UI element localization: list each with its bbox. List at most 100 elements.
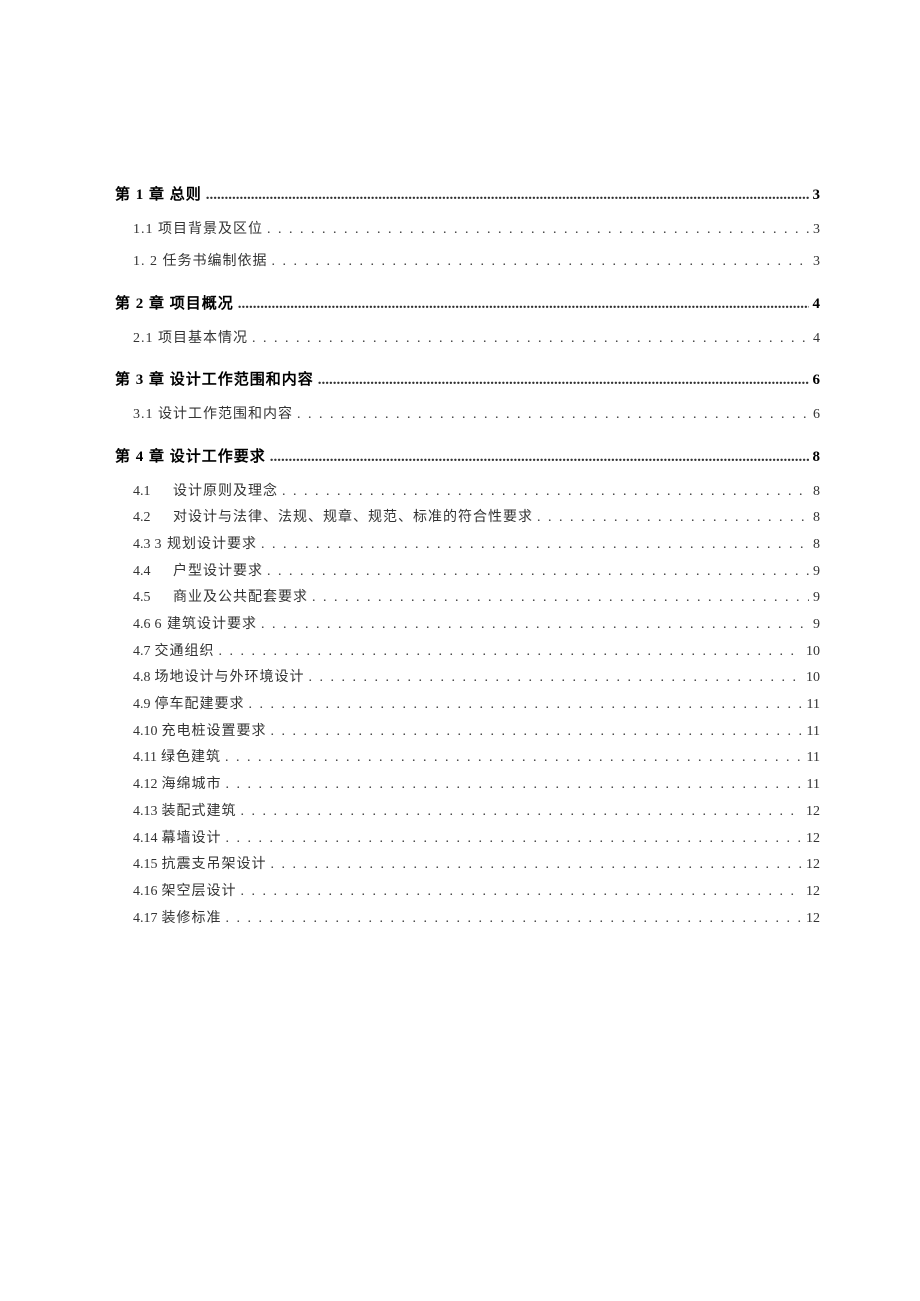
toc-label: 1. 2 任务书编制依据 [133, 251, 268, 273]
toc-subsection: 4.12 海绵城市 . . . . . . . . . . . . . . . … [133, 774, 820, 796]
toc-leader: . . . . . . . . . . . . . . . . . . . . … [267, 219, 809, 241]
toc-title: 停车配建要求 [155, 694, 245, 716]
toc-title: 商业及公共配套要求 [173, 587, 308, 609]
toc-title: 3 规划设计要求 [155, 534, 258, 556]
toc-chapter: 第 2 章 项目概况 .............................… [115, 292, 820, 316]
toc-num: 4.9 [133, 694, 151, 716]
toc-label: 2.1 项目基本情况 [133, 328, 248, 350]
toc-leader: . . . . . . . . . . . . . . . . . . . . … [219, 641, 803, 663]
toc-num: 4.10 [133, 721, 158, 743]
toc-num: 4.3 [133, 534, 151, 556]
toc-page-num: 10 [806, 641, 820, 663]
toc-title: 装修标准 [162, 908, 222, 930]
toc-page-num: 4 [813, 292, 821, 316]
toc-leader: ........................................… [270, 445, 809, 469]
toc-title: 充电桩设置要求 [162, 721, 267, 743]
toc-leader: . . . . . . . . . . . . . . . . . . . . … [225, 747, 803, 769]
toc-num: 4.15 [133, 854, 158, 876]
toc-page-num: 3 [813, 219, 820, 241]
toc-subsection: 4.3 3 规划设计要求 . . . . . . . . . . . . . .… [133, 534, 820, 556]
toc-title: 架空层设计 [162, 881, 237, 903]
toc-num: 4.12 [133, 774, 158, 796]
toc-title: 设计原则及理念 [173, 481, 278, 503]
toc-page-num: 8 [813, 534, 820, 556]
toc-leader: . . . . . . . . . . . . . . . . . . . . … [271, 854, 803, 876]
toc-num: 4.5 [133, 587, 171, 609]
toc-page-num: 12 [806, 801, 820, 823]
toc-num: 4.17 [133, 908, 158, 930]
toc-chapter: 第 4 章 设计工作要求 ...........................… [115, 445, 820, 469]
toc-page-num: 3 [813, 183, 821, 207]
toc-subsection: 4.2 对设计与法律、法规、规章、规范、标准的符合性要求 . . . . . .… [133, 507, 820, 529]
toc-title: 对设计与法律、法规、规章、规范、标准的符合性要求 [173, 507, 533, 529]
toc-leader: . . . . . . . . . . . . . . . . . . . . … [226, 828, 803, 850]
toc-chapter: 第 1 章 总则 ...............................… [115, 183, 820, 207]
toc-leader: . . . . . . . . . . . . . . . . . . . . … [309, 667, 803, 689]
toc-num: 4.8 [133, 667, 151, 689]
toc-subsection: 4.14 幕墙设计 . . . . . . . . . . . . . . . … [133, 828, 820, 850]
toc-leader: . . . . . . . . . . . . . . . . . . . . … [271, 721, 803, 743]
toc-subsection: 4.9 停车配建要求 . . . . . . . . . . . . . . .… [133, 694, 820, 716]
toc-leader: . . . . . . . . . . . . . . . . . . . . … [282, 481, 809, 503]
toc-page-num: 12 [806, 854, 820, 876]
toc-leader: . . . . . . . . . . . . . . . . . . . . … [226, 908, 803, 930]
toc-leader: . . . . . . . . . . . . . . . . . . . . … [272, 251, 810, 273]
toc-num: 4.1 [133, 481, 171, 503]
toc-page-num: 9 [813, 587, 820, 609]
toc-num: 4.4 [133, 561, 171, 583]
toc-title: 户型设计要求 [173, 561, 263, 583]
toc-subsection: 4.11 绿色建筑 . . . . . . . . . . . . . . . … [133, 747, 820, 769]
toc-leader: . . . . . . . . . . . . . . . . . . . . … [252, 328, 809, 350]
toc-page: 第 1 章 总则 ...............................… [0, 0, 920, 1034]
toc-title: 6 建筑设计要求 [155, 614, 258, 636]
toc-subsection: 4.8 场地设计与外环境设计 . . . . . . . . . . . . .… [133, 667, 820, 689]
toc-subsection: 4.17 装修标准 . . . . . . . . . . . . . . . … [133, 908, 820, 930]
toc-section: 2.1 项目基本情况 . . . . . . . . . . . . . . .… [133, 328, 820, 350]
toc-num: 4.7 [133, 641, 151, 663]
toc-title: 幕墙设计 [162, 828, 222, 850]
toc-leader: . . . . . . . . . . . . . . . . . . . . … [312, 587, 809, 609]
toc-page-num: 11 [807, 694, 820, 716]
toc-subsection: 4.10 充电桩设置要求 . . . . . . . . . . . . . .… [133, 721, 820, 743]
toc-title: 抗震支吊架设计 [162, 854, 267, 876]
toc-page-num: 9 [813, 561, 820, 583]
toc-title: 场地设计与外环境设计 [155, 667, 305, 689]
toc-section: 3.1 设计工作范围和内容 . . . . . . . . . . . . . … [133, 404, 820, 426]
toc-chapter: 第 3 章 设计工作范围和内容 ........................… [115, 368, 820, 392]
toc-leader: . . . . . . . . . . . . . . . . . . . . … [297, 404, 809, 426]
toc-num: 4.2 [133, 507, 171, 529]
toc-leader: . . . . . . . . . . . . . . . . . . . . … [261, 534, 809, 556]
toc-num: 4.16 [133, 881, 158, 903]
toc-label: 3.1 设计工作范围和内容 [133, 404, 293, 426]
toc-page-num: 3 [813, 251, 820, 273]
toc-leader: . . . . . . . . . . . . . . . . . . . . … [537, 507, 809, 529]
toc-subsection: 4.15 抗震支吊架设计 . . . . . . . . . . . . . .… [133, 854, 820, 876]
toc-subsection: 4.4 户型设计要求 . . . . . . . . . . . . . . .… [133, 561, 820, 583]
toc-page-num: 8 [813, 507, 820, 529]
toc-leader: ........................................… [238, 292, 809, 316]
toc-leader: . . . . . . . . . . . . . . . . . . . . … [226, 774, 803, 796]
toc-num: 4.14 [133, 828, 158, 850]
toc-label: 1.1 项目背景及区位 [133, 219, 263, 241]
toc-page-num: 11 [807, 721, 820, 743]
toc-leader: . . . . . . . . . . . . . . . . . . . . … [261, 614, 809, 636]
toc-title: 交通组织 [155, 641, 215, 663]
toc-title: 装配式建筑 [162, 801, 237, 823]
toc-leader: ........................................… [206, 183, 809, 207]
toc-title: 海绵城市 [162, 774, 222, 796]
toc-subsection: 4.5 商业及公共配套要求 . . . . . . . . . . . . . … [133, 587, 820, 609]
toc-num: 4.11 [133, 747, 157, 769]
toc-page-num: 4 [813, 328, 820, 350]
toc-leader: . . . . . . . . . . . . . . . . . . . . … [249, 694, 803, 716]
toc-subsection: 4.7 交通组织 . . . . . . . . . . . . . . . .… [133, 641, 820, 663]
toc-page-num: 12 [806, 908, 820, 930]
toc-subsection: 4.13 装配式建筑 . . . . . . . . . . . . . . .… [133, 801, 820, 823]
toc-label: 第 4 章 设计工作要求 [115, 445, 266, 469]
toc-page-num: 12 [806, 828, 820, 850]
toc-page-num: 9 [813, 614, 820, 636]
toc-num: 4.6 [133, 614, 151, 636]
toc-title: 绿色建筑 [161, 747, 221, 769]
toc-page-num: 11 [807, 774, 820, 796]
toc-label: 第 2 章 项目概况 [115, 292, 234, 316]
toc-leader: . . . . . . . . . . . . . . . . . . . . … [267, 561, 809, 583]
